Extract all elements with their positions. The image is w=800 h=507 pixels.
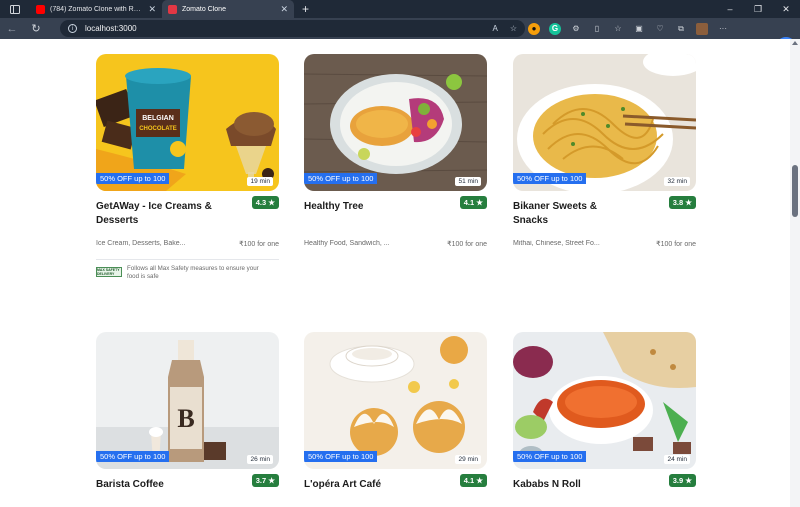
delivery-time: 26 min xyxy=(247,455,273,464)
rating-badge: 3.8 ★ xyxy=(668,196,696,209)
screenshot-icon[interactable]: ⧉ xyxy=(675,23,687,35)
favorites-icon[interactable]: ☆ xyxy=(612,23,624,35)
rating-badge: 3.9 ★ xyxy=(668,474,696,487)
extension-icons: ● G ⚙ ▯ ☆ ▣ ♡ ⧉ ··· xyxy=(528,21,729,36)
star-icon: ★ xyxy=(685,476,692,485)
youtube-icon xyxy=(36,4,45,14)
restaurant-image: 50% OFF up to 100 29 min xyxy=(304,332,487,469)
svg-text:CHOCOLATE: CHOCOLATE xyxy=(139,126,177,132)
scrollbar-thumb[interactable] xyxy=(792,165,798,217)
svg-text:B: B xyxy=(177,404,194,433)
tab-title: Zomato Clone xyxy=(182,5,226,13)
tab-actions-icon[interactable] xyxy=(0,0,30,18)
rating-value: 4.3 xyxy=(255,198,267,207)
info-icon[interactable]: i xyxy=(68,24,77,33)
restaurant-image: 50% OFF up to 100 32 min xyxy=(513,54,696,191)
safety-text: Follows all Max Safety measures to ensur… xyxy=(127,265,259,280)
delivery-time: 24 min xyxy=(664,455,690,464)
price-for-one: ₹100 for one xyxy=(447,241,487,248)
back-icon[interactable]: ← xyxy=(0,18,24,39)
restaurant-list: BELGIAN CHOCOLATE 50% OFF up to 100 19 m… xyxy=(0,39,790,507)
restaurant-card[interactable]: 50% OFF up to 100 51 min Healthy Tree 4.… xyxy=(304,54,487,254)
star-icon: ★ xyxy=(476,198,483,207)
star-icon: ★ xyxy=(268,476,275,485)
puzzle-icon[interactable]: ⚙ xyxy=(570,23,582,35)
collections-icon[interactable]: ▣ xyxy=(633,23,645,35)
grammarly-icon[interactable]: G xyxy=(549,22,561,35)
offer-badge: 50% OFF up to 100 xyxy=(513,173,587,184)
restaurant-card[interactable]: B 50% OFF up to 100 26 min Barista Coffe… xyxy=(96,332,279,502)
rating-value: 3.8 xyxy=(672,198,684,207)
close-tab-icon[interactable]: ✕ xyxy=(148,4,156,15)
tab-youtube[interactable]: (784) Zomato Clone with ReactJS... ✕ xyxy=(30,0,162,18)
restaurant-image: 50% OFF up to 100 51 min xyxy=(304,54,487,191)
favorite-star-icon[interactable]: ☆ xyxy=(510,24,517,33)
profile-avatar[interactable] xyxy=(696,22,708,35)
new-tab-button[interactable]: + xyxy=(302,2,309,16)
browser-tab-bar: (784) Zomato Clone with ReactJS... ✕ Zom… xyxy=(0,0,800,18)
rating-badge: 4.3 ★ xyxy=(251,196,279,209)
split-screen-icon[interactable]: ▯ xyxy=(591,23,603,35)
address-toolbar: ← ↻ i localhost:3000 A ☆ ● G ⚙ ▯ ☆ ▣ ♡ ⧉… xyxy=(0,18,800,57)
price-for-one: ₹100 for one xyxy=(239,241,279,248)
restaurant-card[interactable]: 50% OFF up to 100 24 min Kababs N Roll 3… xyxy=(513,332,696,502)
close-tab-icon[interactable]: ✕ xyxy=(280,4,288,15)
delivery-time: 29 min xyxy=(455,455,481,464)
more-menu-icon[interactable]: ··· xyxy=(717,23,729,35)
restaurant-card[interactable]: 50% OFF up to 100 32 min Bikaner Sweets … xyxy=(513,54,696,254)
safety-info: MAX SAFETY DELIVERY Follows all Max Safe… xyxy=(96,259,279,281)
restaurant-name[interactable]: L'opéra Art Café xyxy=(304,478,424,492)
restaurant-card[interactable]: BELGIAN CHOCOLATE 50% OFF up to 100 19 m… xyxy=(96,54,279,286)
rating-value: 3.9 xyxy=(672,476,684,485)
scroll-up-icon[interactable] xyxy=(792,41,798,45)
offer-badge: 50% OFF up to 100 xyxy=(96,451,170,462)
maximize-button[interactable]: ❐ xyxy=(744,0,772,18)
minimize-button[interactable]: – xyxy=(716,0,744,18)
offer-badge: 50% OFF up to 100 xyxy=(304,173,378,184)
restaurant-name[interactable]: Barista Coffee xyxy=(96,478,216,492)
tab-zomato[interactable]: Zomato Clone ✕ xyxy=(162,0,294,18)
cuisine-list: Mithai, Chinese, Street Fo... xyxy=(513,240,600,247)
offer-badge: 50% OFF up to 100 xyxy=(513,451,587,462)
offer-badge: 50% OFF up to 100 xyxy=(304,451,378,462)
rating-badge: 3.7 ★ xyxy=(251,474,279,487)
star-icon: ★ xyxy=(268,198,275,207)
zomato-icon xyxy=(168,4,177,14)
read-aloud-icon[interactable]: A xyxy=(492,24,497,33)
svg-text:BELGIAN: BELGIAN xyxy=(142,115,174,122)
refresh-icon[interactable]: ↻ xyxy=(24,18,48,39)
delivery-time: 51 min xyxy=(455,177,481,186)
rating-value: 4.1 xyxy=(463,198,475,207)
restaurant-image: 50% OFF up to 100 24 min xyxy=(513,332,696,469)
restaurant-card[interactable]: 50% OFF up to 100 29 min L'opéra Art Caf… xyxy=(304,332,487,502)
restaurant-image: BELGIAN CHOCOLATE 50% OFF up to 100 19 m… xyxy=(96,54,279,191)
rating-badge: 4.1 ★ xyxy=(459,196,487,209)
restaurant-name[interactable]: Healthy Tree xyxy=(304,200,424,214)
offer-badge: 50% OFF up to 100 xyxy=(96,173,170,184)
star-icon: ★ xyxy=(685,198,692,207)
restaurant-name[interactable]: Bikaner Sweets & Snacks xyxy=(513,200,633,228)
cuisine-list: Ice Cream, Desserts, Bake... xyxy=(96,240,186,247)
rating-value: 3.7 xyxy=(255,476,267,485)
window-controls: – ❐ ✕ xyxy=(716,0,800,18)
address-bar[interactable]: i localhost:3000 A ☆ xyxy=(60,20,525,37)
tab-title: (784) Zomato Clone with ReactJS... xyxy=(50,5,144,13)
browser-essentials-icon[interactable]: ♡ xyxy=(654,23,666,35)
restaurant-name[interactable]: Kababs N Roll xyxy=(513,478,633,492)
rating-badge: 4.1 ★ xyxy=(459,474,487,487)
delivery-time: 19 min xyxy=(247,177,273,186)
url-text: localhost:3000 xyxy=(85,24,137,33)
cuisine-list: Healthy Food, Sandwich, ... xyxy=(304,240,390,247)
close-window-button[interactable]: ✕ xyxy=(772,0,800,18)
delivery-time: 32 min xyxy=(664,177,690,186)
page-scrollbar[interactable] xyxy=(790,39,800,507)
restaurant-name[interactable]: GetAWay - Ice Creams & Desserts xyxy=(96,200,216,228)
max-safety-badge: MAX SAFETY DELIVERY xyxy=(96,267,122,277)
restaurant-image: B 50% OFF up to 100 26 min xyxy=(96,332,279,469)
star-icon: ★ xyxy=(476,476,483,485)
rating-value: 4.1 xyxy=(463,476,475,485)
extension-orange-icon[interactable]: ● xyxy=(528,22,540,35)
price-for-one: ₹100 for one xyxy=(656,241,696,248)
